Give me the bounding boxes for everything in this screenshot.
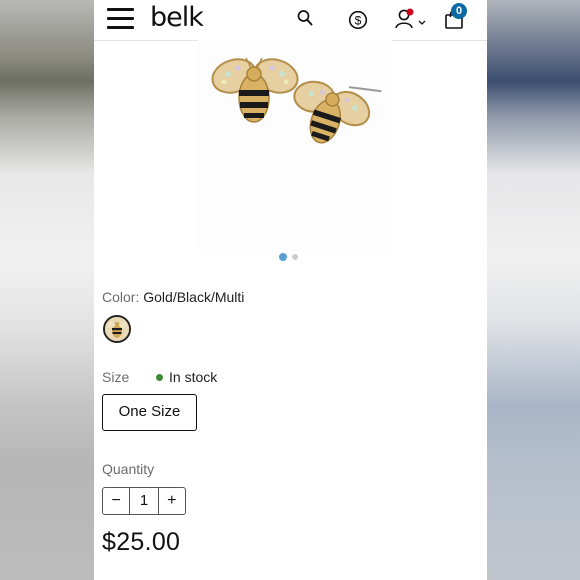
carousel-dot-active[interactable] [279, 253, 287, 261]
product-image[interactable] [194, 40, 394, 250]
dollar-icon[interactable]: $ [348, 10, 368, 30]
cart-count-badge[interactable]: 0 [451, 3, 467, 19]
size-label: Size [102, 369, 130, 385]
quantity-stepper: − 1 + [102, 487, 186, 515]
notification-dot-icon [406, 8, 414, 16]
decrement-button[interactable]: − [103, 488, 129, 514]
blurred-background-right [487, 0, 580, 580]
stock-status-text: In stock [169, 369, 218, 385]
in-stock-dot-icon [156, 374, 163, 381]
quantity-label: Quantity [102, 461, 155, 477]
product-price: $25.00 [102, 528, 181, 556]
belk-logo[interactable]: belk [150, 2, 204, 33]
svg-text:$: $ [355, 13, 362, 27]
search-icon[interactable] [297, 9, 313, 27]
stock-status: In stock [156, 369, 217, 385]
mobile-page: belk $ 0 Color: Gold/Black/Multi Size In… [94, 0, 487, 580]
bee-swatch-icon [105, 317, 129, 341]
quantity-input[interactable]: 1 [129, 488, 159, 514]
menu-icon[interactable] [107, 8, 134, 30]
color-label: Color: [102, 289, 140, 305]
carousel-dot[interactable] [292, 254, 298, 260]
blurred-background-left [0, 0, 94, 580]
chevron-down-icon[interactable] [418, 20, 426, 26]
color-value: Gold/Black/Multi [143, 289, 245, 305]
size-option-button[interactable]: One Size [102, 394, 197, 431]
increment-button[interactable]: + [159, 488, 185, 514]
color-selection: Color: Gold/Black/Multi [102, 289, 244, 305]
site-header: belk $ 0 [94, 0, 487, 41]
account-icon[interactable] [394, 8, 418, 30]
color-swatch[interactable] [103, 315, 131, 343]
